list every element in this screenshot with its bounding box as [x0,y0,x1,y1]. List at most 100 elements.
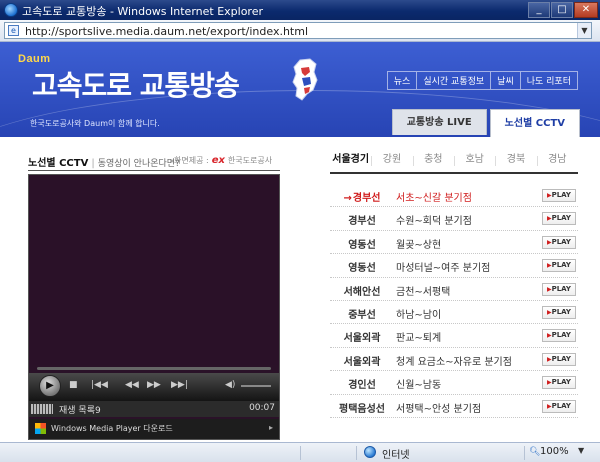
address-input[interactable]: e http://sportslive.media.daum.net/expor… [4,22,592,39]
route-road: 경인선 [348,380,376,392]
route-road: 서울외곽 [343,356,381,368]
route-road: 중부선 [348,309,376,321]
nav-news[interactable]: 뉴스 [386,71,417,90]
video-area[interactable] [29,175,279,365]
volume-slider[interactable] [241,385,271,387]
close-button[interactable]: ✕ [574,2,598,18]
maximize-button[interactable]: □ [551,2,573,18]
route-row[interactable]: →경부선 서초~신갈 분기점 ▶PLAY [330,184,578,208]
route-road: 영동선 [348,263,376,275]
zoom-level[interactable]: 100% [540,446,569,457]
nav-reporter[interactable]: 나도 리포터 [519,71,578,90]
player-controls: ▶ ■ |◀◀ ◀◀ ▶▶ ▶▶| ◀) [29,373,279,401]
route-road: 서해안선 [343,286,381,298]
seek-bar[interactable] [37,367,271,370]
top-nav: 뉴스 실시간 교통정보 날씨 나도 리포터 [386,71,578,90]
arrow-right-icon: → [343,193,352,204]
stop-icon[interactable]: ■ [69,380,78,390]
play-cctv-button[interactable]: ▶PLAY [542,352,576,366]
route-section[interactable]: 하남~남이 [396,306,441,321]
window-title: 고속도로 교통방송 - Windows Internet Explorer [22,5,263,18]
security-zone: 인터넷 [382,450,410,461]
play-button[interactable]: ▶ [39,375,61,397]
route-section[interactable]: 서평택~안성 분기점 [396,400,481,415]
minimize-button[interactable]: _ [528,2,550,18]
route-section[interactable]: 수원~회덕 분기점 [396,212,472,227]
route-list: →경부선 서초~신갈 분기점 ▶PLAY 경부선 수원~회덕 분기점 ▶PLAY… [330,184,578,418]
region-tab-honam[interactable]: 호남 [453,148,495,172]
play-cctv-button[interactable]: ▶PLAY [542,305,576,319]
volume-icon[interactable]: ◀) [225,380,235,390]
route-road: 영동선 [348,239,376,251]
route-section[interactable]: 신월~남동 [396,376,441,391]
route-section[interactable]: 판교~퇴계 [396,329,441,344]
route-section[interactable]: 서초~신갈 분기점 [396,189,472,204]
window-titlebar[interactable]: 고속도로 교통방송 - Windows Internet Explorer _ … [0,0,600,20]
region-tab-chungcheong[interactable]: 충청 [412,148,454,172]
player-divider [28,170,280,171]
nav-realtime-traffic[interactable]: 실시간 교통정보 [416,71,491,90]
route-road: →경부선 [343,193,381,204]
play-cctv-button[interactable]: ▶PLAY [542,235,576,249]
region-tab-gyeongnam[interactable]: 경남 [536,148,578,172]
play-cctv-button[interactable]: ▶PLAY [542,376,576,390]
status-divider [356,446,357,460]
route-road: 경부선 [348,216,376,228]
route-row[interactable]: 서해안선 금천~서평택 ▶PLAY [330,278,578,301]
region-tab-gangwon[interactable]: 강원 [371,148,412,172]
site-title[interactable]: 고속도로 교통방송 [32,64,240,104]
chevron-right-icon: ▸ [268,423,273,432]
play-cctv-button[interactable]: ▶PLAY [542,399,576,413]
play-cctv-button[interactable]: ▶PLAY [542,282,576,296]
status-divider [300,446,301,460]
play-cctv-button[interactable]: ▶PLAY [542,212,576,226]
fast-forward-icon[interactable]: ▶▶ [147,380,161,390]
media-player: ▶ ■ |◀◀ ◀◀ ▶▶ ▶▶| ◀) 재생 목록9 00:07 Window… [28,174,280,440]
tab-route-cctv[interactable]: 노선별 CCTV [489,109,580,137]
rewind-icon[interactable]: ◀◀ [125,380,139,390]
route-section[interactable]: 마성터널~여주 분기점 [396,259,490,274]
zoom-dropdown-icon[interactable]: ▼ [578,446,584,455]
zoom-icon[interactable]: 🔍︎ [529,447,540,457]
route-section[interactable]: 청계 요금소~자유로 분기점 [396,353,512,368]
wmp-download-link[interactable]: Windows Media Player 다운로드 ▸ [29,419,279,439]
route-section[interactable]: 금천~서평택 [396,283,450,298]
page-icon: e [8,25,19,36]
site-header: Daum 고속도로 교통방송 한국도로공사와 Daum이 함께 합니다. 뉴스 … [0,42,600,137]
provider-name: 한국도로공사 [227,156,273,165]
region-tab-gyeongbuk[interactable]: 경북 [495,148,536,172]
route-row[interactable]: 중부선 하남~남이 ▶PLAY [330,301,578,325]
ie-logo-icon [4,3,18,17]
playlist-status: 재생 목록9 [59,406,101,416]
address-dropdown-icon[interactable]: ▼ [577,23,591,38]
provider-label: 화면제공 : [174,156,209,165]
nav-weather[interactable]: 날씨 [490,71,520,90]
route-row[interactable]: 서울외곽 청계 요금소~자유로 분기점 ▶PLAY [330,348,578,372]
route-row[interactable]: 서울외곽 판교~퇴계 ▶PLAY [330,324,578,348]
address-bar: e http://sportslive.media.daum.net/expor… [0,20,600,42]
korea-map-icon [292,58,318,101]
route-row[interactable]: 경인선 신월~남동 ▶PLAY [330,371,578,395]
video-help-link[interactable]: 동영상이 안나온다면? [98,159,180,169]
play-cctv-button[interactable]: ▶PLAY [542,259,576,273]
provider-credit: 화면제공 : ex 한국도로공사 [174,155,272,166]
play-cctv-button[interactable]: ▶PLAY [542,329,576,343]
tab-broadcast-live[interactable]: 교통방송 LIVE [391,109,487,135]
player-status-bar: 재생 목록9 00:07 [29,401,279,417]
route-row[interactable]: 영동선 마성터널~여주 분기점 ▶PLAY [330,254,578,278]
windows-logo-icon [35,423,46,434]
header-tabs: 교통방송 LIVE 노선별 CCTV [389,109,580,137]
cctv-heading: 노선별 CCTV | 동영상이 안나온다면? [28,158,180,169]
play-cctv-button[interactable]: ▶PLAY [542,189,576,202]
globe-icon [364,446,376,458]
route-row[interactable]: 영동선 월곶~상현 ▶PLAY [330,231,578,255]
region-tab-seoul-gyeonggi[interactable]: 서울경기 [330,148,371,172]
route-row[interactable]: 평택음성선 서평택~안성 분기점 ▶PLAY [330,395,578,418]
wmp-download-label: Windows Media Player 다운로드 [51,424,173,433]
address-url[interactable]: http://sportslive.media.daum.net/export/… [25,25,308,38]
route-section[interactable]: 월곶~상현 [396,236,441,251]
route-row[interactable]: 경부선 수원~회덕 분기점 ▶PLAY [330,207,578,231]
previous-icon[interactable]: |◀◀ [91,380,108,390]
next-icon[interactable]: ▶▶| [171,380,188,390]
region-tabs: 서울경기 강원 충청 호남 경북 경남 [330,148,578,174]
